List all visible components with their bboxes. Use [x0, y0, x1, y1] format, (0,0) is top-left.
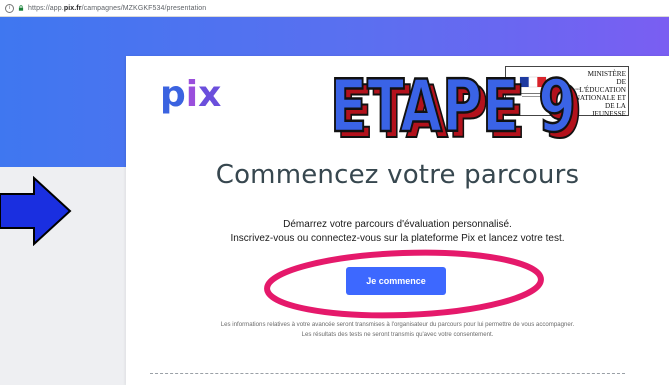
- arrow-right-icon: [0, 176, 72, 246]
- intro-text: Inscrivez-vous ou connectez-vous sur la …: [230, 233, 565, 244]
- consent-notice: Les informations relatives à votre avanc…: [220, 321, 575, 328]
- page-title: Commencez votre parcours: [215, 160, 580, 190]
- pix-logo-p: p: [160, 74, 186, 115]
- info-icon[interactable]: i: [5, 3, 14, 13]
- pix-logo[interactable]: pix: [160, 75, 221, 115]
- url-text[interactable]: https://app.pix.fr/campagnes/MZKGKF534/p…: [28, 5, 206, 12]
- step-overlay-title: ETAPE 9: [330, 64, 576, 148]
- divider: [150, 373, 625, 374]
- pix-logo-x: x: [198, 74, 222, 115]
- pix-logo-i: i: [185, 74, 199, 115]
- step-overlay: ETAPE 9 ETAPE 9: [329, 63, 583, 155]
- highlight-ellipse: [264, 249, 544, 319]
- url-path: /campagnes/MZKGKF534/presentation: [81, 4, 207, 12]
- address-bar[interactable]: i https://app.pix.fr/campagnes/MZKGKF534…: [0, 0, 669, 17]
- intro-text: Démarrez votre parcours d'évaluation per…: [283, 219, 512, 230]
- lock-icon: [18, 5, 24, 11]
- url-prefix: https://app.: [28, 4, 64, 12]
- consent-notice: Les résultats des tests ne seront transm…: [301, 331, 494, 338]
- url-host: pix.fr: [63, 4, 82, 12]
